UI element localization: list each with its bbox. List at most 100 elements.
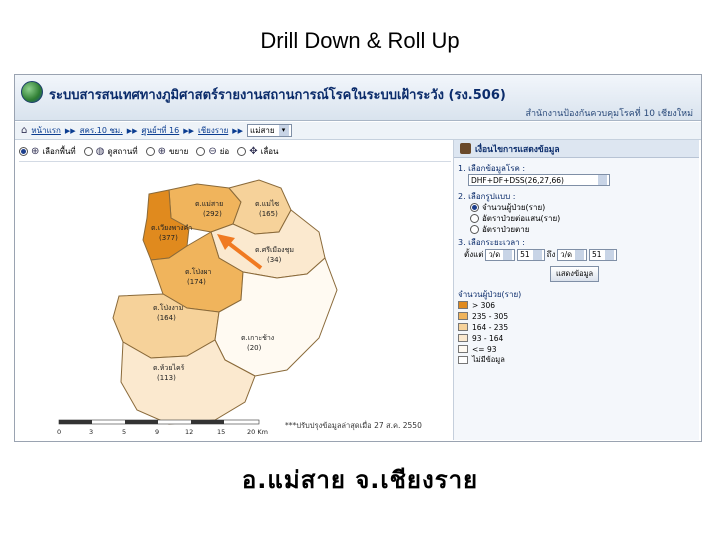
chevron-down-icon: ▾ bbox=[278, 125, 289, 136]
legend-item: 93 - 164 bbox=[458, 333, 503, 343]
select-area-icon: ⊕ bbox=[31, 145, 40, 157]
to-year-select[interactable]: 51 bbox=[588, 248, 617, 261]
tool-zoom-in[interactable]: ⊕ ขยาย bbox=[145, 145, 189, 158]
legend-label: 235 - 305 bbox=[472, 311, 509, 321]
breadcrumb-arrow-icon: ▶▶ bbox=[183, 126, 195, 135]
breadcrumb: ⌂ หน้าแรก ▶▶ สคร.10 ชม. ▶▶ ศูนย์ฯที่ 16 … bbox=[15, 122, 701, 140]
legend-label: 93 - 164 bbox=[472, 333, 504, 343]
from-week-select[interactable]: ว/ด bbox=[485, 248, 516, 261]
tool-view-place[interactable]: ◍ ดูสถานที่ bbox=[83, 145, 138, 158]
label-sri-muang-chum: ต.ศรีเมืองชุม bbox=[255, 246, 294, 254]
value-sri-muang-chum: (34) bbox=[267, 256, 282, 264]
legend-label: 164 - 235 bbox=[472, 322, 509, 332]
legend-swatch bbox=[458, 323, 468, 331]
scale-tick: 5 bbox=[122, 428, 126, 436]
breadcrumb-arrow-icon: ▶▶ bbox=[126, 126, 138, 135]
scale-tick: 3 bbox=[89, 428, 93, 436]
settings-icon bbox=[460, 143, 471, 154]
from-year-value: 51 bbox=[520, 250, 530, 259]
to-week-select[interactable]: ว/ด bbox=[557, 248, 587, 261]
from-week-value: ว/ด bbox=[488, 249, 501, 259]
breadcrumb-home[interactable]: หน้าแรก bbox=[31, 124, 61, 137]
update-note: ***ปรับปรุงข้อมูลล่าสุดเมื่อ 27 ส.ค. 255… bbox=[285, 421, 422, 430]
chevron-down-icon bbox=[598, 175, 607, 185]
condition-panel: เงื่อนไขการแสดงข้อมูล 1. เลือกข้อมูลโรค … bbox=[453, 140, 699, 440]
chevron-down-icon bbox=[604, 249, 614, 260]
globe-search-icon: ◍ bbox=[95, 145, 105, 157]
scale-tick: 0 bbox=[57, 428, 61, 436]
system-title: ระบบสารสนเทศทางภูมิศาสตร์รายงานสถานการณ์… bbox=[49, 88, 506, 103]
tool-pan[interactable]: ✥ เลื่อน bbox=[237, 145, 279, 158]
panel-header: เงื่อนไขการแสดงข้อมูล bbox=[454, 140, 699, 158]
slide-caption: อ.แม่สาย จ.เชียงราย bbox=[241, 466, 479, 494]
label-wiang-phang-kham: ต.เวียงพางคำ bbox=[151, 224, 192, 232]
radio-view-place[interactable] bbox=[83, 146, 93, 156]
breadcrumb-region[interactable]: สคร.10 ชม. bbox=[80, 124, 123, 137]
tool-label: เลือกพื้นที่ bbox=[42, 146, 76, 156]
label-mae-sai: ต.แม่สาย bbox=[195, 200, 223, 208]
tool-zoom-out[interactable]: ⊖ ย่อ bbox=[196, 145, 229, 158]
tool-label: ดูสถานที่ bbox=[107, 146, 138, 156]
panel-title: เงื่อนไขการแสดงข้อมูล bbox=[475, 144, 560, 155]
district-map[interactable]: ต.แม่สาย (292) ต.เวียงพางคำ (377) ต.แม่ไ… bbox=[19, 161, 451, 439]
scale-ticks: 0 3 5 9 12 15 20 Km bbox=[57, 428, 268, 436]
show-data-button[interactable]: แสดงข้อมูล bbox=[550, 266, 600, 282]
from-label: ตั้งแต่ bbox=[464, 250, 484, 259]
chevron-down-icon bbox=[532, 249, 542, 260]
value-huai-khrai: (113) bbox=[157, 374, 176, 382]
disease-select-row: DHF+DF+DSS(26,27,66) bbox=[468, 174, 610, 186]
radio-format-rate[interactable] bbox=[470, 214, 479, 223]
legend-item: > 306 bbox=[458, 300, 495, 310]
district-select-value: แม่สาย bbox=[250, 126, 275, 135]
zoom-out-icon: ⊖ bbox=[208, 145, 217, 157]
disease-select[interactable]: DHF+DF+DSS(26,27,66) bbox=[468, 174, 610, 186]
legend: > 306 235 - 305 164 - 235 93 - 164 <= 93… bbox=[458, 300, 508, 365]
from-year-select[interactable]: 51 bbox=[517, 248, 545, 261]
breadcrumb-province[interactable]: เชียงราย bbox=[198, 124, 228, 137]
tool-label: ขยาย bbox=[168, 146, 189, 156]
value-mae-sai: (292) bbox=[203, 210, 222, 218]
scale-tick: 12 bbox=[185, 428, 193, 436]
to-week-value: ว/ด bbox=[560, 249, 572, 259]
app-banner: ระบบสารสนเทศทางภูมิศาสตร์รายงานสถานการณ์… bbox=[15, 75, 701, 121]
legend-swatch bbox=[458, 356, 468, 364]
breadcrumb-arrow-icon: ▶▶ bbox=[232, 126, 244, 135]
format-option-3[interactable]: อัตราป่วยตาย bbox=[470, 223, 529, 236]
legend-item: ไม่มีข้อมูล bbox=[458, 355, 505, 365]
legend-item: 235 - 305 bbox=[458, 311, 508, 321]
chevron-down-icon bbox=[503, 249, 513, 260]
label-ko-chang: ต.เกาะช้าง bbox=[241, 334, 274, 342]
scale-tick: 9 bbox=[155, 428, 159, 436]
to-year-value: 51 bbox=[591, 250, 602, 259]
to-label: ถึง bbox=[546, 250, 556, 259]
disease-select-value: DHF+DF+DSS(26,27,66) bbox=[471, 175, 564, 185]
scale-tick: 20 Km bbox=[247, 428, 268, 436]
label-pong-pha: ต.โป่งผา bbox=[185, 267, 211, 276]
tool-label: ย่อ bbox=[219, 146, 230, 156]
tool-select-area[interactable]: ⊕ เลือกพื้นที่ bbox=[19, 145, 76, 158]
scale-bar bbox=[58, 419, 260, 425]
map-toolbar: ⊕ เลือกพื้นที่ ◍ ดูสถานที่ ⊕ ขยาย ⊖ ย่อ … bbox=[19, 142, 449, 160]
label-pong-ngam: ต.โป่งงาม bbox=[153, 303, 183, 312]
value-wiang-phang-kham: (377) bbox=[159, 234, 178, 242]
district-select[interactable]: แม่สาย ▾ bbox=[247, 124, 292, 137]
show-button-row: แสดงข้อมูล bbox=[550, 266, 600, 282]
breadcrumb-center[interactable]: ศูนย์ฯที่ 16 bbox=[142, 124, 180, 137]
legend-swatch bbox=[458, 334, 468, 342]
radio-zoom-out[interactable] bbox=[196, 146, 206, 156]
radio-select-area[interactable] bbox=[19, 146, 28, 156]
radio-zoom-in[interactable] bbox=[145, 146, 155, 156]
value-ko-chang: (20) bbox=[247, 344, 262, 352]
format-option-label: อัตราป่วยตาย bbox=[482, 225, 530, 234]
label-huai-khrai: ต.ห้วยไคร้ bbox=[153, 363, 185, 372]
radio-pan[interactable] bbox=[237, 146, 247, 156]
legend-item: 164 - 235 bbox=[458, 322, 508, 332]
radio-format-death[interactable] bbox=[470, 225, 479, 234]
legend-label: > 306 bbox=[472, 300, 495, 310]
legend-swatch bbox=[458, 345, 468, 353]
home-icon: ⌂ bbox=[21, 125, 28, 136]
legend-label: ไม่มีข้อมูล bbox=[472, 355, 505, 364]
choropleth-map[interactable]: ต.แม่สาย (292) ต.เวียงพางคำ (377) ต.แม่ไ… bbox=[19, 162, 451, 440]
chevron-down-icon bbox=[574, 249, 584, 260]
radio-format-count[interactable] bbox=[470, 203, 479, 212]
